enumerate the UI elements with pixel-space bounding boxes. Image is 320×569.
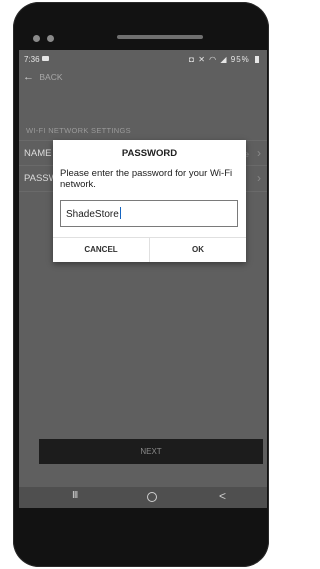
back-arrow-icon: ← xyxy=(23,71,34,83)
status-bar: 7:36 ◘ ✕ ◠ ◢ 95% xyxy=(19,50,267,68)
section-title: WI-FI NETWORK SETTINGS xyxy=(26,126,131,135)
cancel-button[interactable]: CANCEL xyxy=(53,238,149,262)
battery-icon xyxy=(255,56,259,63)
speaker-grille xyxy=(117,35,203,39)
chevron-right-icon: › xyxy=(257,171,261,185)
row-label: NAME xyxy=(24,148,52,159)
dialog-title: PASSWORD xyxy=(121,148,178,159)
android-nav-bar: III < xyxy=(19,487,267,508)
dialog-message: Please enter the password for your Wi-Fi… xyxy=(60,168,233,190)
nav-back-icon[interactable]: < xyxy=(219,489,226,503)
home-icon[interactable] xyxy=(147,492,157,502)
wifi-icon: ◠ xyxy=(209,55,218,64)
password-dialog: PASSWORD Please enter the password for y… xyxy=(53,140,246,262)
mute-icon: ✕ xyxy=(198,55,206,64)
screen: 7:36 ◘ ✕ ◠ ◢ 95% ← BACK WI-FI NETWORK SE… xyxy=(19,50,267,508)
battery-percent: 95% xyxy=(230,55,250,64)
status-time: 7:36 xyxy=(24,55,40,64)
back-button[interactable]: ← BACK xyxy=(23,71,63,83)
password-input-value: ShadeStore xyxy=(66,209,119,220)
back-label: BACK xyxy=(39,72,63,82)
nfc-icon: ◘ xyxy=(189,55,195,64)
camera-icon xyxy=(33,35,40,42)
password-input[interactable]: ShadeStore xyxy=(60,200,238,227)
status-icons: ◘ ✕ ◠ ◢ 95% xyxy=(189,55,259,64)
sensor-icon xyxy=(47,35,54,42)
chevron-right-icon: › xyxy=(257,146,261,160)
next-button[interactable]: NEXT xyxy=(39,439,263,464)
text-cursor xyxy=(119,207,121,219)
ok-button[interactable]: OK xyxy=(150,238,246,262)
notification-icon xyxy=(42,56,49,61)
signal-icon: ◢ xyxy=(220,55,228,64)
recent-apps-icon[interactable]: III xyxy=(72,490,78,501)
